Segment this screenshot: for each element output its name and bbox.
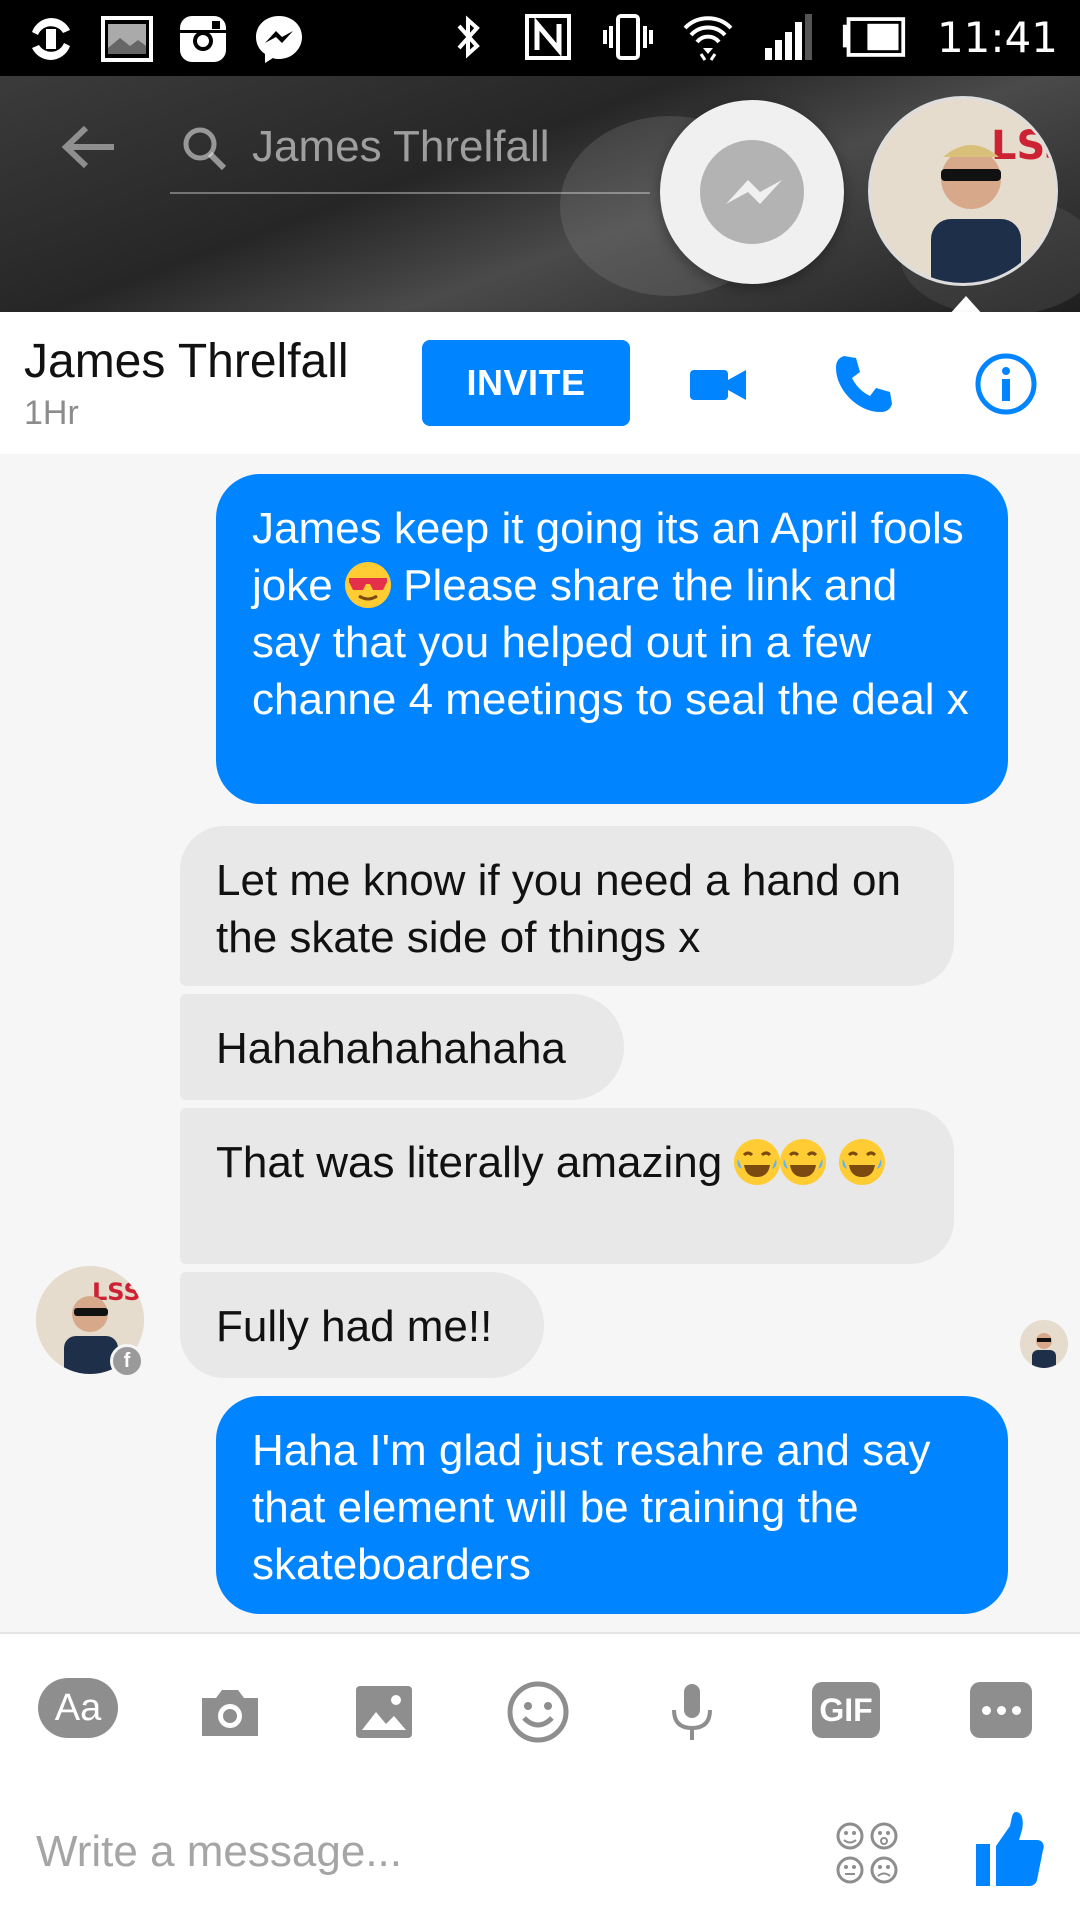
seen-receipt-avatar bbox=[1020, 1320, 1068, 1368]
back-arrow-icon[interactable] bbox=[58, 122, 118, 172]
gif-button[interactable]: GIF bbox=[812, 1682, 880, 1738]
invite-button[interactable]: INVITE bbox=[422, 340, 630, 426]
search-text: James Threlfall bbox=[252, 122, 550, 171]
message-text: Hahahahahahaha bbox=[216, 1024, 566, 1073]
nfc-icon bbox=[519, 8, 577, 66]
message-text: That was literally amazing bbox=[216, 1138, 723, 1187]
composer: Aa GIF bbox=[0, 1632, 1080, 1920]
phone-call-icon[interactable] bbox=[830, 350, 898, 418]
bluetooth-icon bbox=[439, 8, 497, 66]
instagram-icon bbox=[174, 10, 232, 68]
text-format-button[interactable]: Aa bbox=[38, 1678, 118, 1738]
gallery-icon bbox=[98, 10, 156, 68]
camera-icon[interactable] bbox=[190, 1672, 270, 1752]
messenger-chat-head-button[interactable] bbox=[660, 100, 844, 284]
messenger-logo-icon bbox=[700, 140, 804, 244]
gallery-icon[interactable] bbox=[344, 1672, 424, 1752]
like-thumbs-up-icon[interactable] bbox=[974, 1810, 1046, 1890]
signal-icon bbox=[759, 8, 817, 66]
status-time: 11:41 bbox=[936, 12, 1058, 62]
search-field[interactable]: James Threlfall bbox=[170, 112, 650, 194]
emoji-icon[interactable] bbox=[498, 1672, 578, 1752]
message-thread[interactable]: James keep it going its an April fools j… bbox=[0, 454, 1080, 1632]
message-incoming[interactable]: Let me know if you need a hand on the sk… bbox=[180, 826, 954, 986]
more-options-icon[interactable] bbox=[970, 1682, 1032, 1738]
video-call-icon[interactable] bbox=[684, 350, 752, 418]
sunglasses-emoji-icon bbox=[344, 562, 391, 608]
message-outgoing[interactable]: James keep it going its an April fools j… bbox=[216, 474, 1008, 804]
message-text: Let me know if you need a hand on the sk… bbox=[216, 856, 901, 962]
tears-of-joy-emoji-icon bbox=[838, 1139, 885, 1185]
header-avatar[interactable]: LSS bbox=[868, 96, 1058, 286]
wifi-icon bbox=[679, 8, 737, 66]
messenger-icon bbox=[250, 10, 308, 68]
message-input[interactable] bbox=[36, 1812, 796, 1892]
message-text: Haha I'm glad just resahre and say that … bbox=[252, 1426, 931, 1589]
status-bar: 11:41 bbox=[0, 0, 1080, 76]
message-incoming[interactable]: Fully had me!! bbox=[180, 1272, 544, 1378]
status-left-icons bbox=[22, 10, 308, 68]
contact-bar: James Threlfall 1Hr INVITE bbox=[0, 312, 1080, 454]
info-icon[interactable] bbox=[972, 350, 1040, 418]
stickers-icon[interactable] bbox=[834, 1820, 900, 1886]
search-icon bbox=[180, 124, 228, 172]
status-right-icons: 11:41 bbox=[439, 8, 1058, 66]
contact-name[interactable]: James Threlfall bbox=[24, 334, 349, 389]
message-incoming[interactable]: Hahahahahahaha bbox=[180, 994, 624, 1100]
tears-of-joy-emoji-icon bbox=[780, 1139, 827, 1185]
message-outgoing[interactable]: Haha I'm glad just resahre and say that … bbox=[216, 1396, 1008, 1614]
microphone-icon[interactable] bbox=[652, 1672, 732, 1752]
sync-icon bbox=[22, 10, 80, 68]
contact-active-status: 1Hr bbox=[24, 394, 79, 432]
vibrate-icon bbox=[599, 8, 657, 66]
facebook-badge-icon: f bbox=[110, 1344, 144, 1378]
message-incoming[interactable]: That was literally amazing bbox=[180, 1108, 954, 1264]
battery-icon bbox=[839, 8, 909, 66]
message-text: Fully had me!! bbox=[216, 1302, 493, 1351]
tears-of-joy-emoji-icon bbox=[734, 1139, 781, 1185]
